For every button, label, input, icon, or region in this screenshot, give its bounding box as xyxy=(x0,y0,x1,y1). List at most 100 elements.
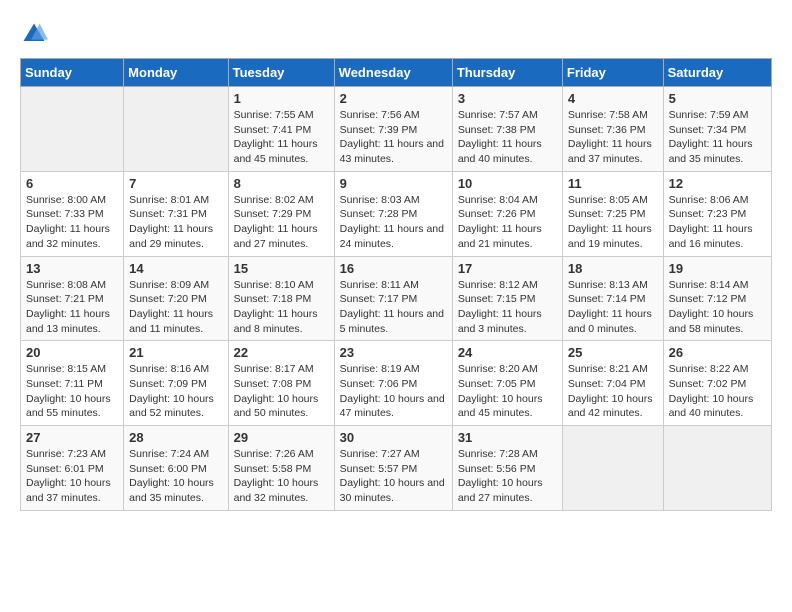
day-number: 18 xyxy=(568,261,658,276)
calendar-cell: 28 Sunrise: 7:24 AM Sunset: 6:00 PM Dayli… xyxy=(124,426,228,511)
day-number: 9 xyxy=(340,176,447,191)
day-number: 20 xyxy=(26,345,118,360)
day-number: 28 xyxy=(129,430,222,445)
day-number: 26 xyxy=(669,345,766,360)
day-number: 16 xyxy=(340,261,447,276)
calendar-cell: 15 Sunrise: 8:10 AM Sunset: 7:18 PM Dayli… xyxy=(228,256,334,341)
day-info: Sunrise: 7:27 AM Sunset: 5:57 PM Dayligh… xyxy=(340,447,447,506)
header-row: SundayMondayTuesdayWednesdayThursdayFrid… xyxy=(21,59,772,87)
day-info: Sunrise: 8:04 AM Sunset: 7:26 PM Dayligh… xyxy=(458,193,557,252)
day-number: 30 xyxy=(340,430,447,445)
day-number: 22 xyxy=(234,345,329,360)
day-number: 6 xyxy=(26,176,118,191)
calendar-cell xyxy=(663,426,771,511)
day-number: 10 xyxy=(458,176,557,191)
day-info: Sunrise: 8:03 AM Sunset: 7:28 PM Dayligh… xyxy=(340,193,447,252)
calendar-cell: 19 Sunrise: 8:14 AM Sunset: 7:12 PM Dayli… xyxy=(663,256,771,341)
day-info: Sunrise: 8:22 AM Sunset: 7:02 PM Dayligh… xyxy=(669,362,766,421)
day-info: Sunrise: 7:24 AM Sunset: 6:00 PM Dayligh… xyxy=(129,447,222,506)
day-info: Sunrise: 8:09 AM Sunset: 7:20 PM Dayligh… xyxy=(129,278,222,337)
page-header xyxy=(20,20,772,48)
day-number: 4 xyxy=(568,91,658,106)
day-info: Sunrise: 8:12 AM Sunset: 7:15 PM Dayligh… xyxy=(458,278,557,337)
day-info: Sunrise: 8:16 AM Sunset: 7:09 PM Dayligh… xyxy=(129,362,222,421)
calendar-cell: 16Sunrise: 8:11 AM Sunset: 7:17 PM Dayli… xyxy=(334,256,452,341)
day-info: Sunrise: 8:10 AM Sunset: 7:18 PM Dayligh… xyxy=(234,278,329,337)
calendar-cell: 11Sunrise: 8:05 AM Sunset: 7:25 PM Dayli… xyxy=(562,171,663,256)
day-info: Sunrise: 8:21 AM Sunset: 7:04 PM Dayligh… xyxy=(568,362,658,421)
logo-icon xyxy=(20,20,48,48)
day-info: Sunrise: 7:26 AM Sunset: 5:58 PM Dayligh… xyxy=(234,447,329,506)
calendar-cell: 30 Sunrise: 7:27 AM Sunset: 5:57 PM Dayli… xyxy=(334,426,452,511)
day-number: 14 xyxy=(129,261,222,276)
header-day-friday: Friday xyxy=(562,59,663,87)
calendar-cell: 26 Sunrise: 8:22 AM Sunset: 7:02 PM Dayli… xyxy=(663,341,771,426)
day-number: 31 xyxy=(458,430,557,445)
calendar-cell: 31 Sunrise: 7:28 AM Sunset: 5:56 PM Dayli… xyxy=(452,426,562,511)
day-info: Sunrise: 7:59 AM Sunset: 7:34 PM Dayligh… xyxy=(669,108,766,167)
calendar-cell: 8 Sunrise: 8:02 AM Sunset: 7:29 PM Daylig… xyxy=(228,171,334,256)
calendar-cell xyxy=(562,426,663,511)
calendar-cell: 21 Sunrise: 8:16 AM Sunset: 7:09 PM Dayli… xyxy=(124,341,228,426)
day-info: Sunrise: 7:57 AM Sunset: 7:38 PM Dayligh… xyxy=(458,108,557,167)
day-number: 7 xyxy=(129,176,222,191)
calendar-cell: 5 Sunrise: 7:59 AM Sunset: 7:34 PM Daylig… xyxy=(663,87,771,172)
day-number: 21 xyxy=(129,345,222,360)
day-number: 8 xyxy=(234,176,329,191)
day-info: Sunrise: 8:08 AM Sunset: 7:21 PM Dayligh… xyxy=(26,278,118,337)
day-info: Sunrise: 7:55 AM Sunset: 7:41 PM Dayligh… xyxy=(234,108,329,167)
day-number: 19 xyxy=(669,261,766,276)
day-number: 5 xyxy=(669,91,766,106)
day-info: Sunrise: 8:00 AM Sunset: 7:33 PM Dayligh… xyxy=(26,193,118,252)
day-number: 29 xyxy=(234,430,329,445)
calendar-cell: 24 Sunrise: 8:20 AM Sunset: 7:05 PM Dayli… xyxy=(452,341,562,426)
day-number: 1 xyxy=(234,91,329,106)
calendar-cell: 2Sunrise: 7:56 AM Sunset: 7:39 PM Daylig… xyxy=(334,87,452,172)
day-info: Sunrise: 7:56 AM Sunset: 7:39 PM Dayligh… xyxy=(340,108,447,167)
week-row-5: 27 Sunrise: 7:23 AM Sunset: 6:01 PM Dayli… xyxy=(21,426,772,511)
calendar-cell: 23 Sunrise: 8:19 AM Sunset: 7:06 PM Dayli… xyxy=(334,341,452,426)
calendar-cell: 13 Sunrise: 8:08 AM Sunset: 7:21 PM Dayli… xyxy=(21,256,124,341)
day-number: 17 xyxy=(458,261,557,276)
calendar-cell xyxy=(21,87,124,172)
day-info: Sunrise: 8:17 AM Sunset: 7:08 PM Dayligh… xyxy=(234,362,329,421)
day-number: 27 xyxy=(26,430,118,445)
calendar-cell: 25Sunrise: 8:21 AM Sunset: 7:04 PM Dayli… xyxy=(562,341,663,426)
day-info: Sunrise: 8:15 AM Sunset: 7:11 PM Dayligh… xyxy=(26,362,118,421)
header-day-wednesday: Wednesday xyxy=(334,59,452,87)
day-info: Sunrise: 7:23 AM Sunset: 6:01 PM Dayligh… xyxy=(26,447,118,506)
calendar-cell: 7 Sunrise: 8:01 AM Sunset: 7:31 PM Daylig… xyxy=(124,171,228,256)
calendar-cell: 1 Sunrise: 7:55 AM Sunset: 7:41 PM Daylig… xyxy=(228,87,334,172)
day-info: Sunrise: 8:06 AM Sunset: 7:23 PM Dayligh… xyxy=(669,193,766,252)
calendar-cell: 3 Sunrise: 7:57 AM Sunset: 7:38 PM Daylig… xyxy=(452,87,562,172)
calendar-cell: 9 Sunrise: 8:03 AM Sunset: 7:28 PM Daylig… xyxy=(334,171,452,256)
calendar-cell: 17 Sunrise: 8:12 AM Sunset: 7:15 PM Dayli… xyxy=(452,256,562,341)
calendar-cell xyxy=(124,87,228,172)
calendar-cell: 29 Sunrise: 7:26 AM Sunset: 5:58 PM Dayli… xyxy=(228,426,334,511)
day-number: 11 xyxy=(568,176,658,191)
day-number: 23 xyxy=(340,345,447,360)
header-day-tuesday: Tuesday xyxy=(228,59,334,87)
day-info: Sunrise: 7:28 AM Sunset: 5:56 PM Dayligh… xyxy=(458,447,557,506)
calendar-cell: 12Sunrise: 8:06 AM Sunset: 7:23 PM Dayli… xyxy=(663,171,771,256)
calendar-cell: 10 Sunrise: 8:04 AM Sunset: 7:26 PM Dayli… xyxy=(452,171,562,256)
calendar-cell: 6 Sunrise: 8:00 AM Sunset: 7:33 PM Daylig… xyxy=(21,171,124,256)
day-number: 13 xyxy=(26,261,118,276)
calendar-cell: 18Sunrise: 8:13 AM Sunset: 7:14 PM Dayli… xyxy=(562,256,663,341)
day-info: Sunrise: 8:20 AM Sunset: 7:05 PM Dayligh… xyxy=(458,362,557,421)
calendar-cell: 4Sunrise: 7:58 AM Sunset: 7:36 PM Daylig… xyxy=(562,87,663,172)
week-row-2: 6 Sunrise: 8:00 AM Sunset: 7:33 PM Daylig… xyxy=(21,171,772,256)
week-row-1: 1 Sunrise: 7:55 AM Sunset: 7:41 PM Daylig… xyxy=(21,87,772,172)
week-row-4: 20 Sunrise: 8:15 AM Sunset: 7:11 PM Dayli… xyxy=(21,341,772,426)
day-number: 24 xyxy=(458,345,557,360)
calendar-cell: 27 Sunrise: 7:23 AM Sunset: 6:01 PM Dayli… xyxy=(21,426,124,511)
day-info: Sunrise: 8:19 AM Sunset: 7:06 PM Dayligh… xyxy=(340,362,447,421)
day-number: 3 xyxy=(458,91,557,106)
header-day-monday: Monday xyxy=(124,59,228,87)
day-number: 15 xyxy=(234,261,329,276)
day-info: Sunrise: 8:14 AM Sunset: 7:12 PM Dayligh… xyxy=(669,278,766,337)
day-info: Sunrise: 8:02 AM Sunset: 7:29 PM Dayligh… xyxy=(234,193,329,252)
header-day-saturday: Saturday xyxy=(663,59,771,87)
calendar-cell: 22 Sunrise: 8:17 AM Sunset: 7:08 PM Dayli… xyxy=(228,341,334,426)
day-info: Sunrise: 8:01 AM Sunset: 7:31 PM Dayligh… xyxy=(129,193,222,252)
